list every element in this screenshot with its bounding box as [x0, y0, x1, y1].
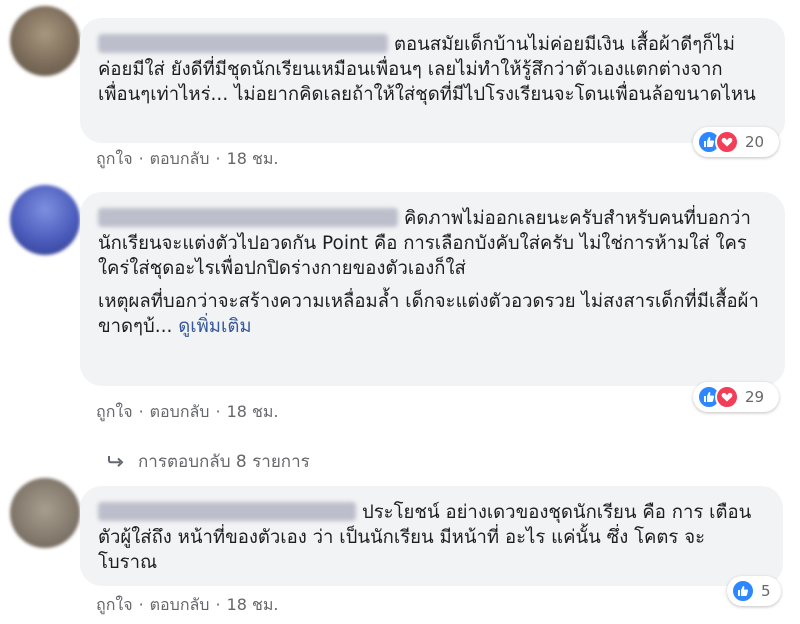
love-reaction-icon	[715, 130, 739, 154]
see-more-link[interactable]: ดูเพิ่มเติม	[178, 316, 251, 337]
reply-link[interactable]: ตอบกลับ	[150, 400, 210, 425]
comment-text-continued: เหตุผลที่บอกว่าจะสร้างความเหลื่อมล้ำ เด็…	[98, 291, 759, 337]
separator-dot: ·	[138, 595, 144, 614]
commenter-name[interactable]	[98, 34, 388, 53]
reply-arrow-icon	[108, 452, 124, 472]
reaction-count: 20	[745, 133, 765, 151]
comment-bubble: ประโยชน์ อย่างเดวของชุดนักเรียน คือ การ …	[80, 486, 783, 586]
like-reaction-icon	[731, 579, 755, 603]
commenter-name[interactable]	[98, 208, 398, 227]
separator-dot: ·	[138, 149, 144, 168]
commenter-avatar[interactable]	[10, 185, 80, 255]
commenter-name[interactable]	[98, 502, 356, 521]
like-link[interactable]: ถูกใจ	[96, 147, 133, 172]
timestamp[interactable]: 18 ชม.	[227, 593, 279, 618]
reaction-count: 5	[761, 582, 771, 600]
like-link[interactable]: ถูกใจ	[96, 400, 133, 425]
comment-actions: ถูกใจ · ตอบกลับ · 18 ชม.	[96, 147, 279, 172]
reply-link[interactable]: ตอบกลับ	[150, 147, 210, 172]
comment-bubble: ตอนสมัยเด็กบ้านไม่ค่อยมีเงิน เสื้อผ้าดีๆ…	[80, 18, 785, 143]
separator-dot: ·	[215, 149, 221, 168]
reaction-count: 29	[745, 388, 765, 406]
reaction-summary[interactable]: 20	[693, 127, 779, 157]
replies-count-label: การตอบกลับ 8 รายการ	[138, 452, 310, 472]
comment-actions: ถูกใจ · ตอบกลับ · 18 ชม.	[96, 593, 279, 618]
separator-dot: ·	[215, 402, 221, 421]
like-link[interactable]: ถูกใจ	[96, 593, 133, 618]
view-replies-link[interactable]: การตอบกลับ 8 รายการ	[108, 448, 310, 475]
reaction-summary[interactable]: 29	[693, 382, 779, 412]
separator-dot: ·	[215, 595, 221, 614]
reply-link[interactable]: ตอบกลับ	[150, 593, 210, 618]
reaction-summary[interactable]: 5	[727, 576, 781, 606]
commenter-avatar[interactable]	[10, 6, 80, 76]
comment-bubble: คิดภาพไม่ออกเลยนะครับสำหรับคนที่บอกว่านั…	[80, 192, 785, 386]
timestamp[interactable]: 18 ชม.	[227, 147, 279, 172]
timestamp[interactable]: 18 ชม.	[227, 400, 279, 425]
separator-dot: ·	[138, 402, 144, 421]
commenter-avatar[interactable]	[10, 478, 80, 548]
love-reaction-icon	[715, 385, 739, 409]
comment-actions: ถูกใจ · ตอบกลับ · 18 ชม.	[96, 400, 279, 425]
